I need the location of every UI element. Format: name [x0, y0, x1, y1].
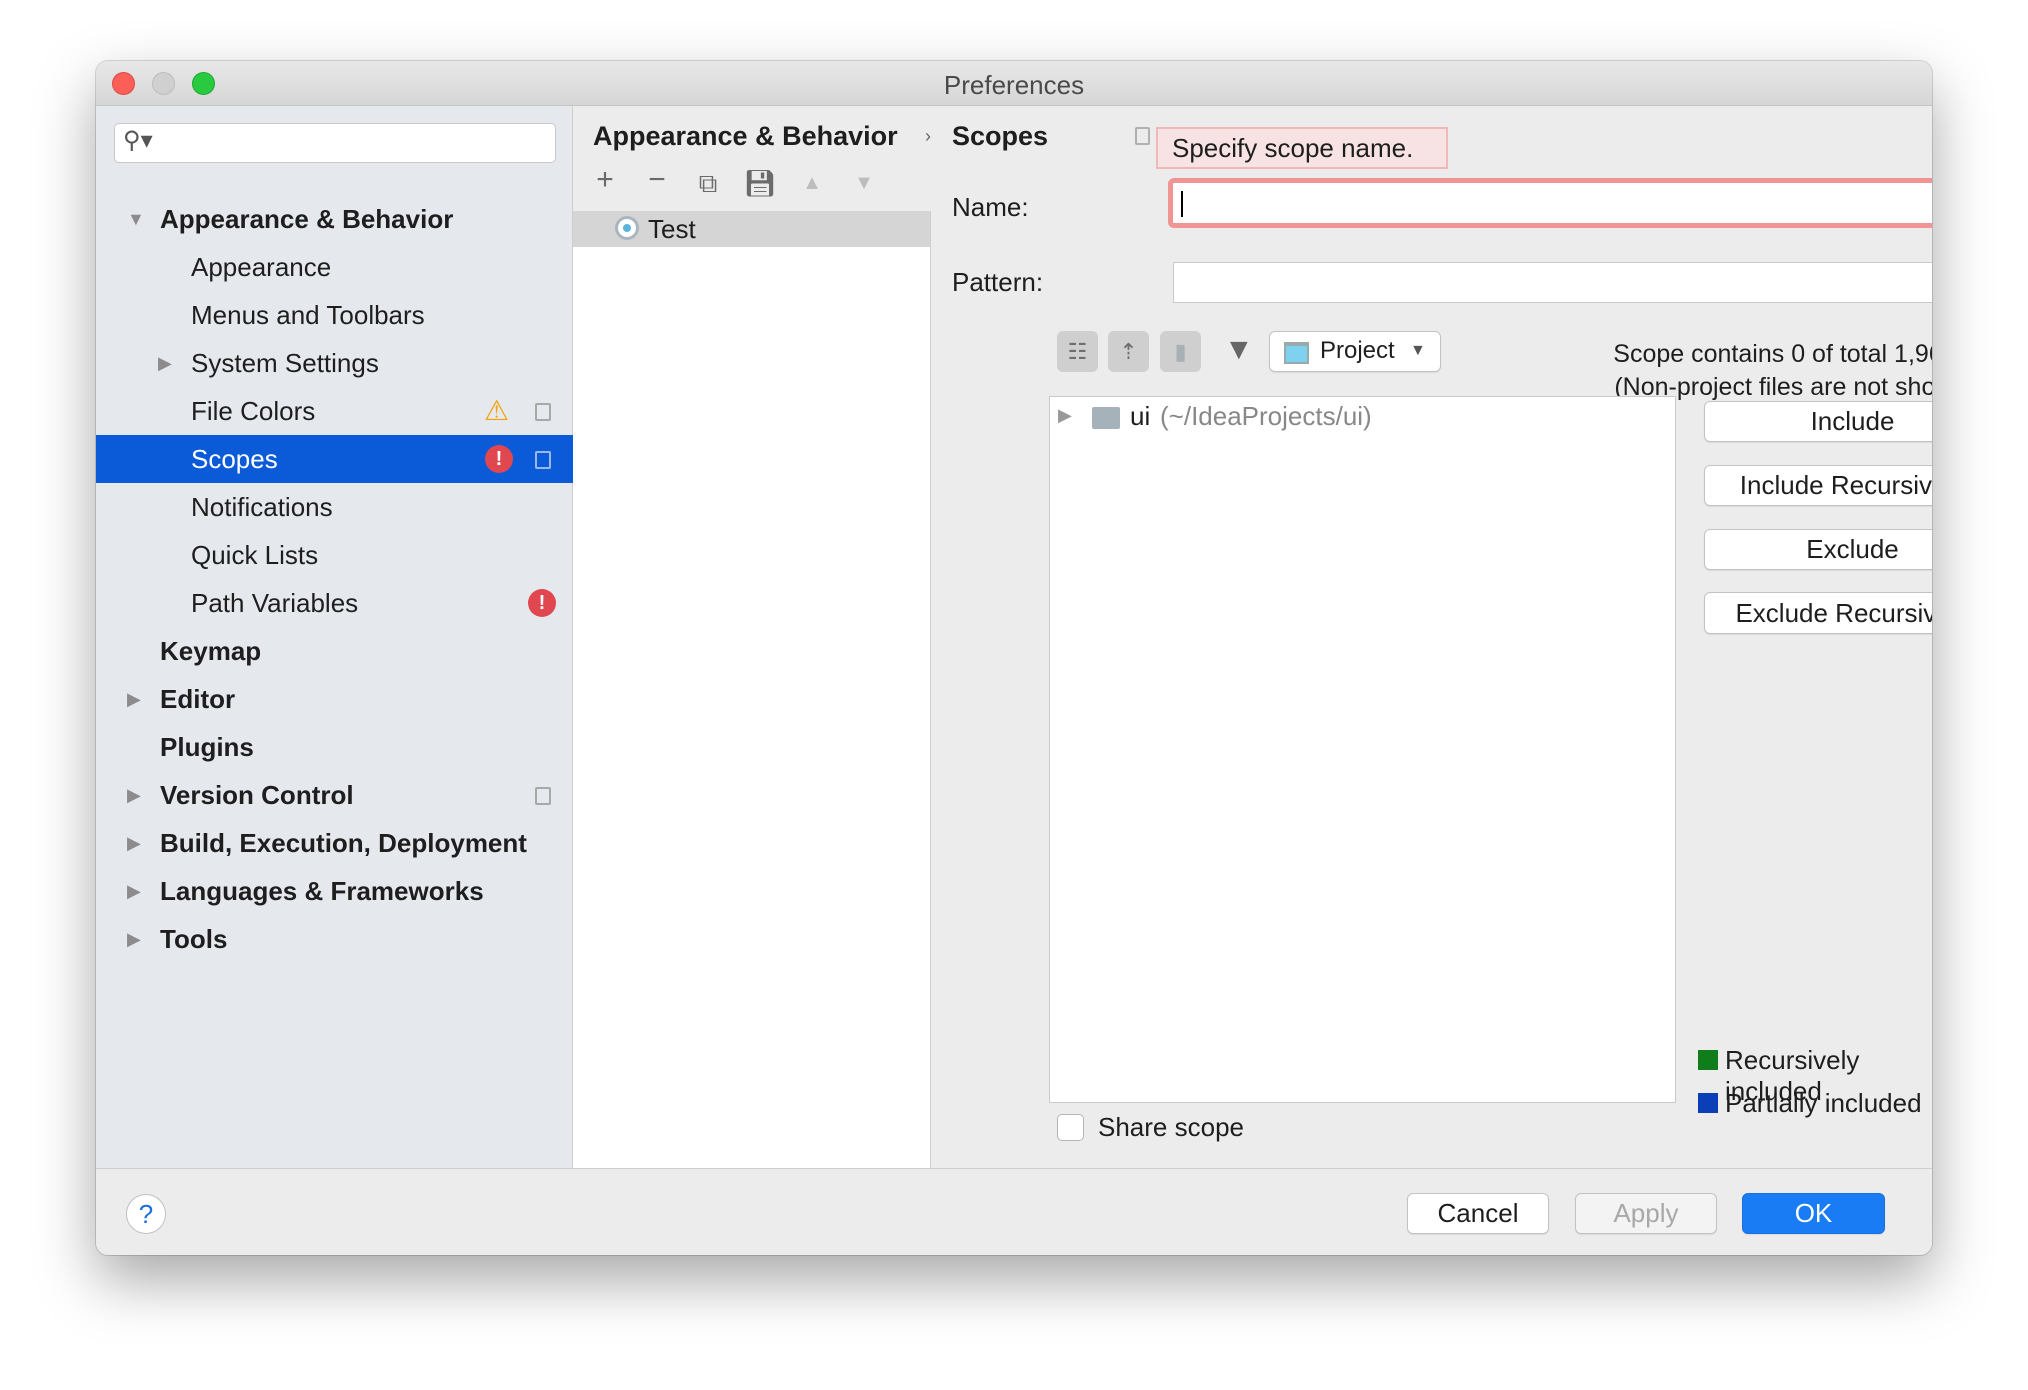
sidebar-item-version-control[interactable]: ▶ Version Control — [96, 771, 573, 819]
list-toolbar: + − ⧉ 💾︎ ▲ ▼ — [587, 163, 927, 206]
folder-icon — [1092, 407, 1120, 429]
breadcrumb-current: Scopes — [952, 121, 1049, 151]
breadcrumb-parent[interactable]: Appearance & Behavior — [593, 121, 898, 152]
filter-icon[interactable]: ▼ — [1224, 333, 1254, 367]
sidebar-item-label: Languages & Frameworks — [160, 876, 484, 906]
expand-arrow-icon[interactable]: ▶ — [127, 915, 141, 963]
sidebar-item-build-execution-deployment[interactable]: ▶ Build, Execution, Deployment — [96, 819, 573, 867]
sidebar-item-appearance-behavior[interactable]: ▼ Appearance & Behavior — [96, 195, 573, 243]
sidebar-item-scopes[interactable]: Scopes! — [96, 435, 573, 483]
sidebar-item-label: Build, Execution, Deployment — [160, 828, 527, 858]
scope-type-dropdown[interactable]: Project ▼ — [1269, 331, 1441, 372]
apply-button[interactable]: Apply — [1575, 1193, 1717, 1234]
sidebar-item-languages-frameworks[interactable]: ▶ Languages & Frameworks — [96, 867, 573, 915]
sidebar-item-editor[interactable]: ▶ Editor — [96, 675, 573, 723]
expand-arrow-icon[interactable]: ▶ — [127, 867, 141, 915]
warning-icon: ⚠ — [484, 395, 510, 426]
include-button[interactable]: Include — [1704, 401, 1932, 442]
sidebar-item-label: Plugins — [160, 732, 254, 762]
remove-icon[interactable]: − — [639, 163, 675, 197]
exclude-button[interactable]: Exclude — [1704, 529, 1932, 570]
sidebar-item-quick-lists[interactable]: Quick Lists — [96, 531, 573, 579]
partial-legend-swatch — [1698, 1093, 1718, 1113]
move-up-icon[interactable]: ▲ — [794, 172, 830, 195]
chevron-down-icon: ▼ — [1410, 342, 1426, 359]
compact-middle-icon[interactable]: ⇡ — [1108, 331, 1149, 372]
pattern-label: Pattern: — [952, 267, 1044, 297]
scope-info: Scope contains 0 of total 1,960 files (N… — [1562, 338, 1932, 404]
sidebar-item-label: Path Variables — [191, 588, 359, 618]
sidebar-item-label: Quick Lists — [191, 540, 319, 570]
copy-icon[interactable]: ⧉ — [690, 168, 726, 200]
flatten-packages-icon[interactable]: ☷ — [1057, 331, 1098, 372]
help-button[interactable]: ? — [126, 1194, 166, 1234]
sidebar-item-label: Notifications — [191, 492, 333, 522]
name-input[interactable] — [1168, 178, 1932, 228]
search-input[interactable]: ⚲▾ — [114, 123, 556, 163]
sidebar-item-label: Appearance & Behavior — [160, 204, 454, 234]
scope-count-text: Scope contains 0 of total 1,960 files — [1613, 340, 1932, 368]
tree-node-ui[interactable]: ▶ ui (~/IdeaProjects/ui) — [1050, 401, 1670, 435]
save-icon[interactable]: 💾︎ — [742, 168, 778, 199]
sidebar-item-keymap[interactable]: Keymap — [96, 627, 573, 675]
name-label: Name: — [952, 192, 1029, 222]
sidebar-item-notifications[interactable]: Notifications — [96, 483, 573, 531]
expand-arrow-icon[interactable]: ▶ — [158, 339, 172, 387]
expand-arrow-icon[interactable]: ▶ — [127, 819, 141, 867]
sidebar-item-label: Appearance — [191, 252, 332, 282]
pattern-input[interactable]: ⤢ — [1173, 262, 1932, 303]
sidebar-item-label: Tools — [160, 924, 228, 954]
project-level-icon — [535, 403, 551, 421]
expand-arrow-icon[interactable]: ▶ — [127, 771, 141, 819]
sidebar-item-tools[interactable]: ▶ Tools — [96, 915, 573, 963]
validation-tooltip: Specify scope name. — [1156, 127, 1448, 169]
sidebar-item-file-colors[interactable]: File Colors ⚠ — [96, 387, 573, 435]
sidebar-item-appearance[interactable]: Appearance — [96, 243, 573, 291]
expand-arrow-icon[interactable]: ▶ — [1058, 405, 1072, 426]
project-level-icon — [1135, 127, 1150, 145]
project-icon — [1284, 342, 1309, 364]
move-down-icon[interactable]: ▼ — [846, 172, 882, 195]
sidebar-item-system-settings[interactable]: ▶ System Settings — [96, 339, 573, 387]
search-icon: ⚲▾ — [123, 127, 153, 154]
ok-button[interactable]: OK — [1742, 1193, 1885, 1234]
scopes-list-panel: Appearance & Behavior + − ⧉ 💾︎ ▲ ▼ › Tes… — [573, 106, 931, 1168]
project-level-icon — [535, 451, 551, 469]
error-icon: ! — [485, 445, 513, 473]
scope-editor: Scopes Specify scope name. Name: Pattern… — [931, 106, 1932, 1168]
expand-arrow-icon[interactable]: ▶ — [127, 675, 141, 723]
add-icon[interactable]: + — [587, 163, 623, 197]
sidebar-item-label: Editor — [160, 684, 236, 714]
share-scope-checkbox[interactable] — [1057, 1114, 1084, 1141]
sidebar-item-menus-and-toolbars[interactable]: Menus and Toolbars — [96, 291, 573, 339]
sidebar-item-label: Keymap — [160, 636, 262, 666]
project-level-icon — [535, 787, 551, 805]
share-scope-label: Share scope — [1098, 1112, 1244, 1142]
dialog-footer: ? Cancel Apply OK — [96, 1168, 1932, 1255]
window-title: Preferences — [943, 70, 1085, 100]
scope-icon — [615, 216, 639, 240]
collapse-arrow-icon[interactable]: ▼ — [127, 195, 145, 243]
error-icon: ! — [528, 589, 556, 617]
exclude-recursively-button[interactable]: Exclude Recursively — [1704, 592, 1932, 634]
recursive-legend-swatch — [1698, 1050, 1718, 1070]
partial-legend-label: Partially included — [1725, 1088, 1922, 1118]
sidebar-item-label: System Settings — [191, 348, 379, 378]
show-files-icon[interactable]: ▮ — [1160, 331, 1201, 372]
sidebar-item-plugins[interactable]: Plugins — [96, 723, 573, 771]
sidebar-item-path-variables[interactable]: Path Variables! — [96, 579, 573, 627]
list-item[interactable]: Test — [573, 211, 930, 247]
settings-sidebar: ⚲▾ ▼ Appearance & Behavior Appearance Menus… — [96, 106, 573, 1168]
text-cursor — [1181, 191, 1183, 217]
sidebar-item-label: File Colors — [191, 396, 316, 426]
list-item-label: Test — [648, 214, 696, 244]
sidebar-item-label: Menus and Toolbars — [191, 300, 425, 330]
sidebar-item-label: Scopes — [191, 444, 278, 474]
cancel-button[interactable]: Cancel — [1407, 1193, 1549, 1234]
file-tree[interactable]: ▶ ui (~/IdeaProjects/ui) — [1049, 396, 1676, 1103]
preferences-window: Preferences ⚲▾ ▼ Appearance & Behavior App… — [96, 61, 1932, 1255]
title-bar: Preferences — [96, 61, 1932, 106]
include-recursively-button[interactable]: Include Recursively — [1704, 465, 1932, 506]
sidebar-item-label: Version Control — [160, 780, 354, 810]
